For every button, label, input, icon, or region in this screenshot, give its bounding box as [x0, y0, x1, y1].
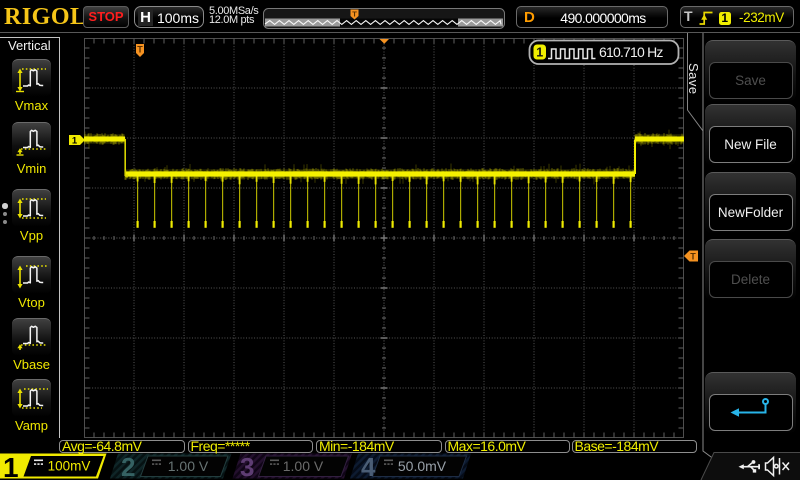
svg-text:T: T — [352, 9, 357, 18]
svg-text:50.0mV: 50.0mV — [398, 458, 447, 474]
svg-text:2: 2 — [121, 452, 135, 480]
svg-text:610.710 Hz: 610.710 Hz — [599, 44, 663, 60]
svg-text:1.00 V: 1.00 V — [283, 458, 324, 474]
svg-text:T: T — [137, 45, 143, 55]
svg-text:100mV: 100mV — [48, 459, 91, 474]
svg-text:3: 3 — [240, 452, 254, 480]
svg-text:4: 4 — [361, 452, 376, 480]
svg-text:1: 1 — [536, 46, 543, 60]
svg-text:1: 1 — [3, 452, 19, 480]
svg-text:1.00 V: 1.00 V — [168, 458, 209, 474]
svg-text:1: 1 — [72, 136, 78, 145]
